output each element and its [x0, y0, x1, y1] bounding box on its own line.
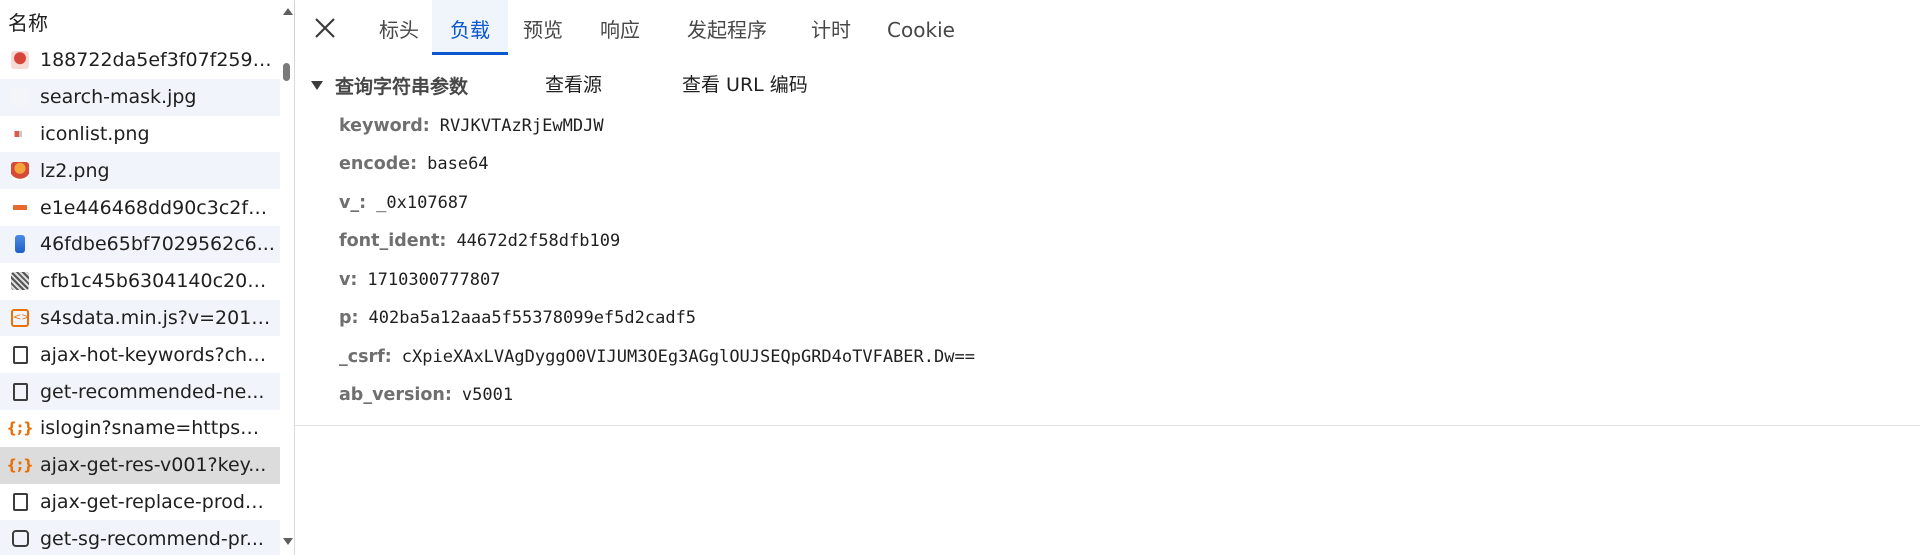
param-key: v: [339, 270, 358, 290]
request-row[interactable]: {;} islogin?sname=https%... [0, 409, 280, 447]
request-name: e1e446468dd90c3c2f6... [40, 196, 275, 219]
checkbox-icon [10, 529, 30, 549]
request-name: iconlist.png [40, 122, 150, 145]
param-key: _csrf: [339, 347, 392, 367]
scrollbar-thumb[interactable] [283, 63, 290, 81]
name-column-header[interactable]: 名称 [0, 0, 280, 46]
request-name: 188722da5ef3f07f259b... [40, 49, 275, 72]
section-title: 查询字符串参数 [335, 75, 469, 98]
request-detail-panel: 标头 负载 预览 响应 发起程序 计时 Cookie 查询字符串参数 查看源 查… [295, 0, 1920, 555]
image-thumbnail-icon [10, 234, 30, 254]
view-url-encoded-link[interactable]: 查看 URL 编码 [682, 71, 808, 99]
xhr-icon: {;} [6, 456, 34, 475]
tab-preview[interactable]: 预览 [511, 0, 575, 55]
request-name: islogin?sname=https%... [40, 417, 275, 440]
request-name: get-sg-recommend-pr... [40, 527, 264, 550]
request-name: ajax-get-res-v001?key... [40, 454, 267, 477]
param-value: base64 [427, 154, 489, 174]
request-row[interactable]: search-mask.jpg [0, 78, 280, 116]
view-source-link[interactable]: 查看源 [545, 71, 602, 99]
tab-response[interactable]: 响应 [588, 0, 652, 55]
tab-timing[interactable]: 计时 [799, 0, 863, 55]
param-key: ab_version: [339, 385, 452, 405]
request-row[interactable]: get-recommended-ne... [0, 373, 280, 410]
param-key: font_ident: [339, 231, 447, 251]
scroll-up-arrow-icon[interactable] [283, 8, 293, 15]
param-value: cXpieXAxLVAgDyggO0VIJUM3OEg3AGglOUJSEQpG… [401, 347, 975, 367]
request-row[interactable]: e1e446468dd90c3c2f6... [0, 189, 280, 226]
param-key: p: [339, 308, 359, 328]
param-key: encode: [339, 154, 418, 174]
request-name: ajax-get-replace-produ... [40, 490, 275, 513]
param-row: encode: base64 [339, 149, 489, 179]
tab-payload[interactable]: 负载 [432, 0, 508, 55]
document-icon [10, 382, 30, 402]
request-row[interactable]: get-sg-recommend-pr... [0, 520, 280, 555]
tab-initiator[interactable]: 发起程序 [665, 0, 789, 55]
image-thumbnail-icon [10, 271, 30, 291]
request-name: s4sdata.min.js?v=2019... [40, 306, 275, 329]
param-value: _0x107687 [376, 193, 469, 213]
xhr-icon: {;} [6, 419, 34, 438]
param-row: keyword: RVJKVTAzRjEwMDJW [339, 111, 604, 141]
payload-content: 查询字符串参数 查看源 查看 URL 编码 keyword: RVJKVTAzR… [295, 57, 1920, 426]
document-icon [10, 345, 30, 365]
close-icon[interactable] [311, 14, 339, 42]
request-name: get-recommended-ne... [40, 380, 265, 403]
param-row: _csrf: cXpieXAxLVAgDyggO0VIJUM3OEg3AGglO… [339, 342, 975, 372]
tab-cookie[interactable]: Cookie [873, 0, 969, 55]
request-row[interactable]: 46fdbe65bf7029562c6... [0, 225, 280, 263]
script-icon: <> [10, 308, 30, 328]
request-row[interactable]: cfb1c45b6304140c206... [0, 262, 280, 300]
param-value: 1710300777807 [367, 270, 501, 290]
query-string-section-header[interactable]: 查询字符串参数 [311, 71, 468, 99]
scroll-down-arrow-icon[interactable] [283, 538, 293, 545]
param-key: keyword: [339, 116, 430, 136]
tab-headers[interactable]: 标头 [367, 0, 431, 55]
image-thumbnail-icon [10, 161, 30, 181]
triangle-down-icon[interactable] [311, 80, 323, 90]
param-value: 44672d2f58dfb109 [456, 231, 621, 251]
request-name: cfb1c45b6304140c206... [40, 270, 275, 293]
param-row: font_ident: 44672d2f58dfb109 [339, 226, 620, 256]
request-row[interactable]: 188722da5ef3f07f259b... [0, 42, 280, 79]
document-icon [10, 492, 30, 512]
param-row: p: 402ba5a12aaa5f55378099ef5d2cadf5 [339, 303, 696, 333]
param-row: v: 1710300777807 [339, 265, 500, 295]
image-thumbnail-icon [10, 124, 30, 144]
request-name: lz2.png [40, 159, 110, 182]
param-value: v5001 [461, 385, 514, 405]
param-value: 402ba5a12aaa5f55378099ef5d2cadf5 [368, 308, 697, 328]
param-value: RVJKVTAzRjEwMDJW [439, 116, 604, 136]
param-row: v_: _0x107687 [339, 188, 468, 218]
request-name: 46fdbe65bf7029562c6... [40, 233, 275, 256]
request-row[interactable]: <> s4sdata.min.js?v=2019... [0, 299, 280, 337]
image-thumbnail-icon [10, 50, 30, 70]
request-name: search-mask.jpg [40, 86, 197, 109]
param-key: v_: [339, 193, 367, 213]
request-name: ajax-hot-keywords?cha... [40, 343, 275, 366]
request-row[interactable]: lz2.png [0, 152, 280, 190]
request-list: 188722da5ef3f07f259b... search-mask.jpg … [0, 42, 280, 555]
request-list-panel: 名称 188722da5ef3f07f259b... search-mask.j… [0, 0, 284, 555]
detail-tab-bar: 标头 负载 预览 响应 发起程序 计时 Cookie [295, 0, 1920, 58]
request-row[interactable]: iconlist.png [0, 115, 280, 153]
image-thumbnail-icon [10, 87, 30, 107]
request-row[interactable]: ajax-get-replace-produ... [0, 483, 280, 521]
request-row-selected[interactable]: {;} ajax-get-res-v001?key... [0, 446, 280, 484]
request-list-scrollbar[interactable] [281, 0, 293, 555]
param-row: ab_version: v5001 [339, 380, 513, 410]
image-thumbnail-icon [10, 198, 30, 218]
request-row[interactable]: ajax-hot-keywords?cha... [0, 336, 280, 374]
